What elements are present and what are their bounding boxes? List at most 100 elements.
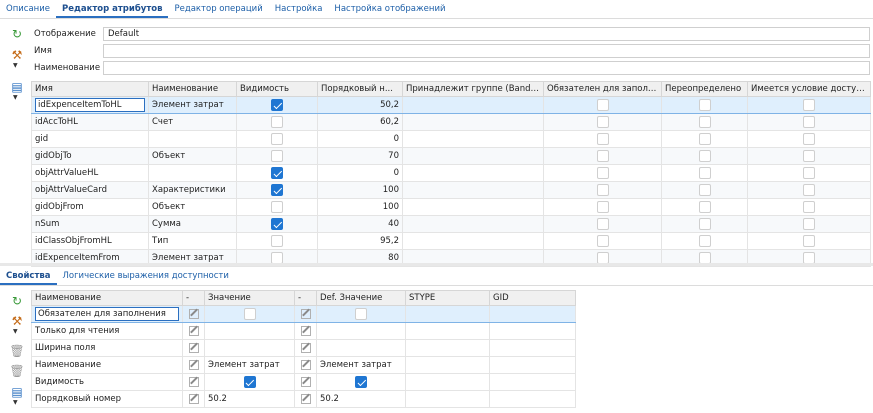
checkbox[interactable] — [355, 376, 367, 388]
attr-visible-cell[interactable] — [236, 113, 318, 131]
attr-overridden-cell[interactable] — [661, 232, 748, 250]
prop-gid-cell[interactable] — [489, 373, 576, 391]
attr-visible-cell[interactable] — [236, 232, 318, 250]
checkbox[interactable] — [596, 235, 609, 247]
attr-required-cell[interactable] — [543, 96, 662, 114]
attr-title-cell[interactable]: Тип — [148, 232, 237, 250]
chevron-down-icon[interactable]: ▼ — [13, 62, 18, 69]
table-row[interactable]: gid 0 — [31, 130, 871, 148]
attr-visible-cell[interactable] — [236, 130, 318, 148]
column-header-default-value[interactable]: Def. Значение — [316, 290, 406, 306]
edit-cell[interactable] — [294, 305, 317, 323]
attr-title-cell[interactable]: Объект — [148, 198, 237, 216]
checkbox[interactable] — [271, 150, 283, 162]
prop-name-cell[interactable]: Наименование — [31, 356, 183, 374]
attr-overridden-cell[interactable] — [661, 130, 748, 148]
checkbox[interactable] — [596, 218, 609, 230]
column-header-band-group[interactable]: Принадлежит группе (BandGr... — [402, 81, 544, 97]
edit-cell[interactable] — [294, 322, 317, 340]
attr-overridden-cell[interactable] — [661, 96, 748, 114]
attr-title-cell[interactable]: Характеристики — [148, 181, 237, 199]
attr-required-cell[interactable] — [543, 147, 662, 165]
attr-visible-cell[interactable] — [236, 198, 318, 216]
column-header-title[interactable]: Наименование — [148, 81, 237, 97]
attr-band-group-cell[interactable] — [402, 215, 544, 233]
attr-condition-cell[interactable] — [747, 198, 871, 216]
edit-cell[interactable] — [294, 356, 317, 374]
attr-order-cell[interactable]: 100 — [317, 181, 403, 199]
checkbox[interactable] — [698, 167, 711, 179]
checkbox[interactable] — [698, 133, 711, 145]
edit-icon[interactable] — [188, 325, 199, 336]
column-header-dash[interactable]: - — [294, 290, 317, 306]
prop-stype-cell[interactable] — [405, 305, 490, 323]
edit-icon[interactable] — [300, 325, 311, 336]
prop-value-cell[interactable] — [204, 305, 295, 323]
attr-band-group-cell[interactable] — [402, 198, 544, 216]
checkbox[interactable] — [803, 235, 815, 247]
attr-name-cell[interactable]: idClassObjFromHL — [31, 232, 149, 250]
chevron-down-icon[interactable]: ▼ — [13, 399, 18, 406]
prop-name-cell[interactable]: Обязателен для заполнения — [31, 305, 183, 323]
tools-icon[interactable]: ⚒ ▼ — [9, 314, 25, 335]
attr-condition-cell[interactable] — [747, 113, 871, 131]
tab-properties[interactable]: Свойства — [0, 267, 57, 285]
attr-order-cell[interactable]: 0 — [317, 164, 403, 182]
attr-title-cell[interactable]: Счет — [148, 113, 237, 131]
column-header-visibility[interactable]: Видимость — [236, 81, 318, 97]
attr-band-group-cell[interactable] — [402, 147, 544, 165]
tab-description[interactable]: Описание — [0, 0, 56, 18]
prop-stype-cell[interactable] — [405, 390, 490, 408]
edit-icon[interactable] — [300, 393, 311, 404]
checkbox[interactable] — [803, 218, 815, 230]
attr-order-cell[interactable]: 0 — [317, 130, 403, 148]
column-header-value[interactable]: Значение — [204, 290, 295, 306]
attr-name-cell[interactable]: gidObjTo — [31, 147, 149, 165]
prop-name-cell[interactable]: Видимость — [31, 373, 183, 391]
prop-gid-cell[interactable] — [489, 305, 576, 323]
tab-logical-expressions[interactable]: Логические выражения доступности — [57, 267, 235, 285]
attr-band-group-cell[interactable] — [402, 96, 544, 114]
checkbox[interactable] — [596, 150, 609, 162]
column-header-name[interactable]: Наименование — [31, 290, 183, 306]
edit-icon[interactable] — [188, 359, 199, 370]
prop-name-cell[interactable]: Только для чтения — [31, 322, 183, 340]
tools-icon[interactable]: ⚒ ▼ — [9, 48, 25, 69]
checkbox[interactable] — [698, 184, 711, 196]
attr-name-cell[interactable]: objAttrValueCard — [31, 181, 149, 199]
column-header-overridden[interactable]: Переопределено — [661, 81, 748, 97]
attr-title-cell[interactable]: Сумма — [148, 215, 237, 233]
checkbox[interactable] — [803, 116, 815, 128]
prop-default-cell[interactable] — [316, 339, 406, 357]
prop-stype-cell[interactable] — [405, 339, 490, 357]
column-header-name[interactable]: Имя — [31, 81, 149, 97]
checkbox[interactable] — [803, 150, 815, 162]
checkbox[interactable] — [596, 184, 609, 196]
edit-icon[interactable] — [300, 308, 311, 319]
attr-order-cell[interactable]: 70 — [317, 147, 403, 165]
attr-order-cell[interactable]: 100 — [317, 198, 403, 216]
attr-required-cell[interactable] — [543, 130, 662, 148]
prop-gid-cell[interactable] — [489, 322, 576, 340]
refresh-icon[interactable]: ↻ — [9, 27, 25, 41]
checkbox[interactable] — [803, 184, 815, 196]
attr-condition-cell[interactable] — [747, 130, 871, 148]
attr-required-cell[interactable] — [543, 198, 662, 216]
prop-default-cell[interactable] — [316, 322, 406, 340]
attr-condition-cell[interactable] — [747, 164, 871, 182]
chevron-down-icon[interactable]: ▼ — [13, 328, 18, 335]
table-row[interactable]: idClassObjFromHL Тип 95,2 — [31, 232, 871, 250]
table-row[interactable]: Видимость — [31, 373, 576, 391]
attr-order-cell[interactable]: 60,2 — [317, 113, 403, 131]
checkbox[interactable] — [271, 167, 283, 179]
tab-attribute-editor[interactable]: Редактор атрибутов — [55, 0, 169, 18]
attr-band-group-cell[interactable] — [402, 181, 544, 199]
prop-value-cell[interactable] — [204, 339, 295, 357]
edit-icon[interactable] — [188, 308, 199, 319]
title-field[interactable] — [103, 61, 870, 75]
attr-visible-cell[interactable] — [236, 181, 318, 199]
prop-default-cell[interactable]: Элемент затрат — [316, 356, 406, 374]
table-row[interactable]: Ширина поля — [31, 339, 576, 357]
checkbox[interactable] — [803, 133, 815, 145]
table-row[interactable]: gidObjTo Объект 70 — [31, 147, 871, 165]
